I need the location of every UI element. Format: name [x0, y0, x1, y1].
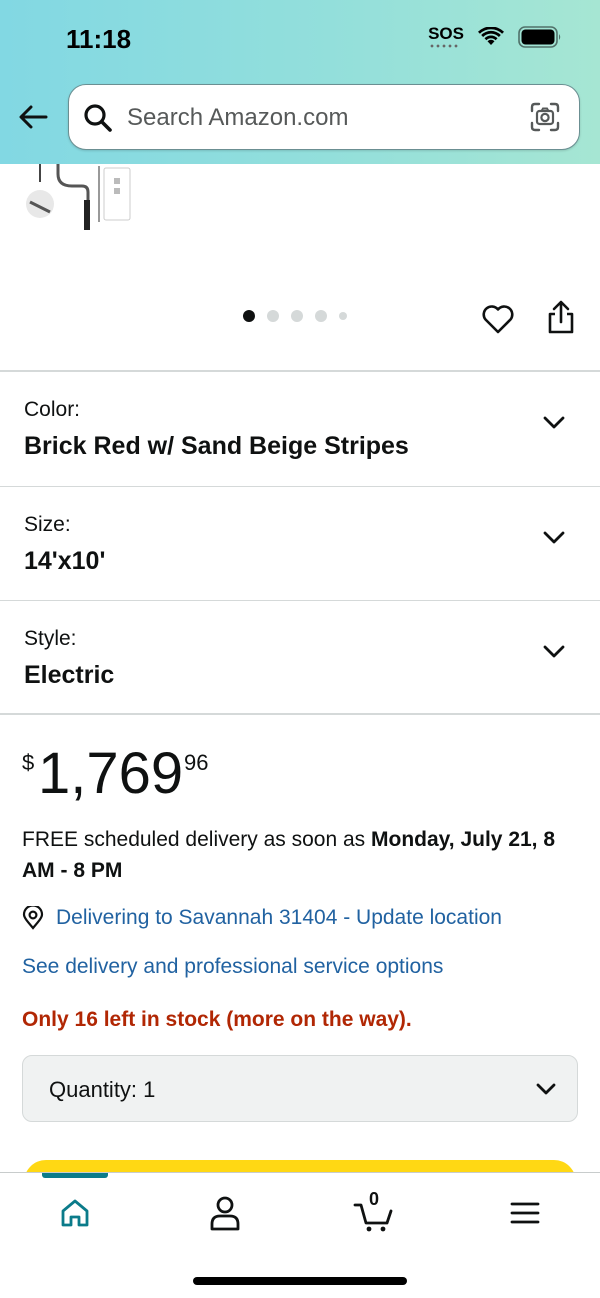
- style-selector[interactable]: Style: Electric: [0, 601, 600, 713]
- search-icon: [84, 104, 112, 132]
- chevron-down-icon: [543, 645, 565, 658]
- back-arrow-icon[interactable]: [16, 100, 50, 134]
- cart-count: 0: [369, 1189, 380, 1209]
- status-time: 11:18: [66, 24, 132, 54]
- color-label: Color:: [24, 398, 81, 421]
- carousel-dot[interactable]: [339, 312, 347, 320]
- style-label: Style:: [24, 627, 77, 650]
- size-label: Size:: [24, 513, 71, 536]
- camera-icon[interactable]: [529, 101, 561, 133]
- search-input[interactable]: [127, 101, 507, 135]
- service-options-link[interactable]: See delivery and professional service op…: [22, 955, 443, 979]
- delivery-prefix: FREE scheduled delivery as soon as: [22, 828, 372, 851]
- chevron-down-icon: [543, 531, 565, 544]
- carousel-dot[interactable]: [267, 310, 279, 322]
- carousel-dot[interactable]: [291, 310, 303, 322]
- cart-button[interactable]: 0: [353, 1189, 397, 1235]
- menu-icon[interactable]: [503, 1191, 547, 1235]
- image-carousel-dots: [243, 310, 347, 322]
- price-fraction: 96: [184, 750, 209, 775]
- nav-active-indicator: [42, 1173, 108, 1178]
- app-header: 11:18 SOS: [0, 0, 600, 164]
- size-selector[interactable]: Size: 14'x10': [0, 487, 600, 599]
- size-value: 14'x10': [24, 547, 106, 575]
- price-whole: 1,769: [38, 741, 184, 806]
- wifi-icon: [478, 27, 504, 45]
- divider: [0, 713, 600, 715]
- status-icons: SOS: [428, 24, 562, 48]
- location-pin-icon: [22, 906, 44, 930]
- location-link[interactable]: Delivering to Savannah 31404 - Update lo…: [56, 906, 502, 930]
- home-icon[interactable]: [53, 1191, 97, 1235]
- account-icon[interactable]: [203, 1191, 247, 1235]
- quantity-value: 1: [143, 1077, 156, 1102]
- share-icon[interactable]: [544, 298, 578, 336]
- product-image[interactable]: [22, 164, 142, 238]
- color-value: Brick Red w/ Sand Beige Stripes: [24, 432, 409, 460]
- heart-icon[interactable]: [481, 302, 515, 336]
- delivery-location[interactable]: Delivering to Savannah 31404 - Update lo…: [22, 906, 502, 930]
- delivery-info: FREE scheduled delivery as soon as Monda…: [22, 824, 582, 886]
- chevron-down-icon: [543, 416, 565, 429]
- quantity-label-text: Quantity:: [49, 1077, 138, 1102]
- home-indicator: [193, 1277, 407, 1285]
- style-value: Electric: [24, 661, 115, 689]
- quantity-selector[interactable]: Quantity: 1: [22, 1055, 578, 1122]
- chevron-down-icon: [536, 1083, 556, 1095]
- signal-dots: [429, 44, 460, 48]
- carousel-dot[interactable]: [315, 310, 327, 322]
- battery-icon: [518, 26, 561, 48]
- search-bar[interactable]: [68, 84, 580, 150]
- stock-status: Only 16 left in stock (more on the way).: [22, 1008, 412, 1031]
- carousel-dot[interactable]: [243, 310, 255, 322]
- price-currency: $: [22, 750, 35, 775]
- quantity-label: Quantity: 1: [49, 1077, 155, 1103]
- sos-label: SOS: [428, 24, 464, 43]
- color-selector[interactable]: Color: Brick Red w/ Sand Beige Stripes: [0, 372, 600, 484]
- sos-indicator: SOS: [428, 24, 464, 48]
